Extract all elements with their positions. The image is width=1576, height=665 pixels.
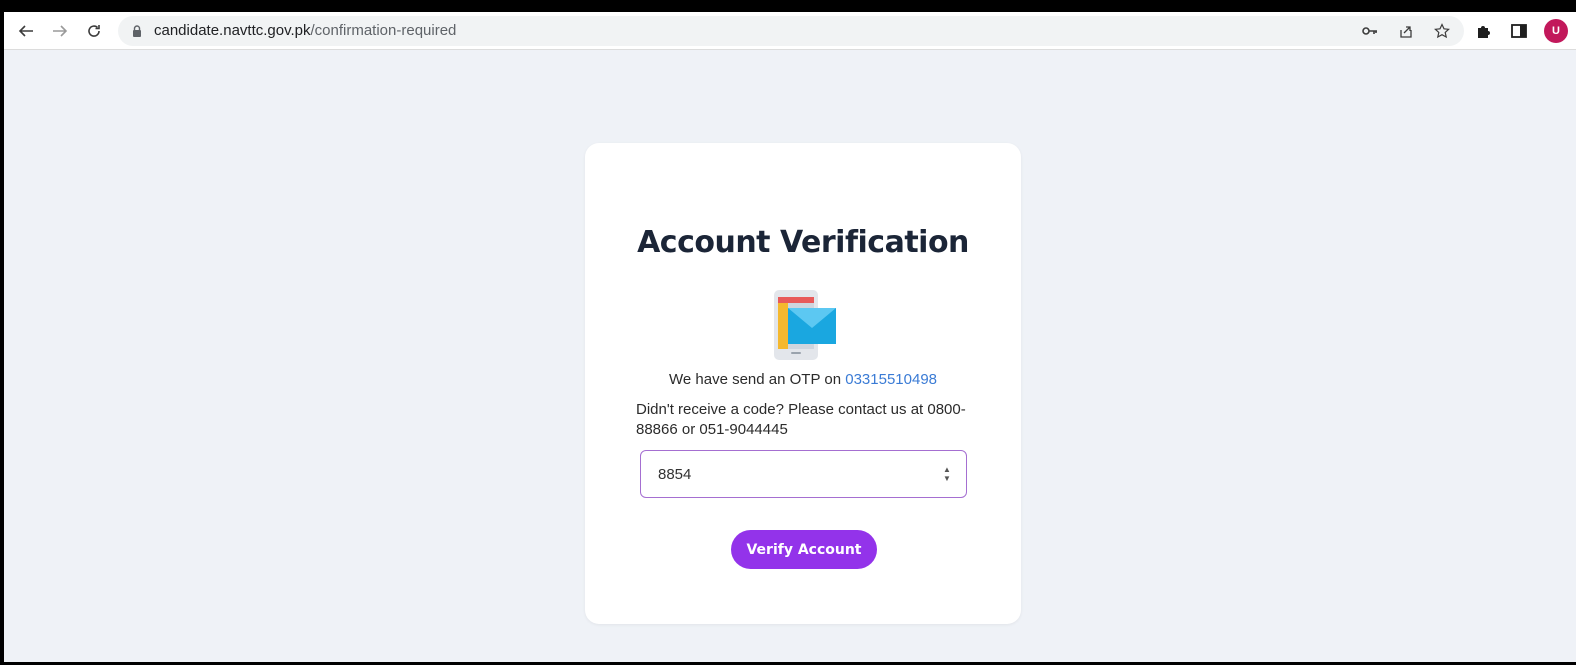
lock-icon[interactable] — [130, 24, 144, 38]
url-path: /confirmation-required — [310, 22, 457, 39]
url-text: candidate.navttc.gov.pk/confirmation-req… — [154, 22, 456, 39]
browser-toolbar: candidate.navttc.gov.pk/confirmation-req… — [4, 12, 1576, 50]
reload-icon — [88, 24, 100, 37]
arrow-right-icon — [53, 24, 68, 37]
help-text: Didn't receive a code? Please contact us… — [636, 401, 966, 438]
otp-sent-message: We have send an OTP on 03315510498 — [585, 371, 1021, 388]
verification-card: Account Verification We have send an OTP… — [585, 143, 1021, 624]
page-title: Account Verification — [637, 225, 969, 260]
number-stepper[interactable]: ▲ ▼ — [940, 465, 954, 483]
otp-sent-text: We have send an OTP on — [669, 371, 846, 388]
toolbar-actions: U — [1472, 18, 1568, 43]
stepper-up-icon[interactable]: ▲ — [943, 465, 951, 474]
profile-avatar[interactable]: U — [1544, 18, 1568, 43]
url-host: candidate.navttc.gov.pk — [154, 22, 311, 39]
share-icon[interactable] — [1396, 21, 1416, 41]
reload-button[interactable] — [80, 17, 108, 45]
phone-number: 03315510498 — [845, 371, 937, 388]
otp-input[interactable] — [658, 465, 940, 483]
side-panel-icon[interactable] — [1508, 20, 1530, 42]
stepper-down-icon[interactable]: ▼ — [943, 474, 951, 483]
address-bar[interactable]: candidate.navttc.gov.pk/confirmation-req… — [118, 15, 1464, 46]
verify-account-button[interactable]: Verify Account — [731, 530, 877, 569]
address-bar-actions — [1360, 21, 1452, 41]
browser-window: candidate.navttc.gov.pk/confirmation-req… — [0, 0, 1576, 665]
puzzle-icon[interactable] — [1472, 20, 1494, 42]
key-icon[interactable] — [1360, 21, 1380, 41]
otp-input-field[interactable]: ▲ ▼ — [640, 450, 967, 498]
page-content: Account Verification We have send an OTP… — [4, 50, 1576, 662]
forward-button[interactable] — [46, 17, 74, 45]
back-button[interactable] — [12, 17, 40, 45]
arrow-left-icon — [18, 24, 33, 37]
star-icon[interactable] — [1432, 21, 1452, 41]
phone-message-icon — [769, 289, 839, 361]
